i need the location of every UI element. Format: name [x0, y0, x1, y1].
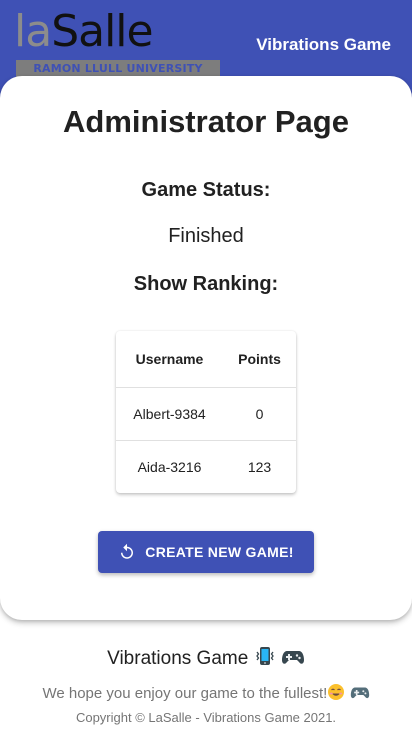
logo-salle-text: Salle — [51, 6, 153, 57]
gamepad-icon — [350, 684, 370, 707]
create-new-game-label: CREATE NEW GAME! — [145, 544, 294, 560]
footer-title-text: Vibrations Game — [107, 648, 249, 669]
lasalle-logo[interactable]: laSalle RAMON LLULL UNIVERSITY — [14, 6, 220, 80]
logo-la-text: la — [14, 6, 52, 57]
show-ranking-label: Show Ranking: — [133, 273, 279, 295]
logo-wordmark: laSalle — [14, 6, 154, 58]
game-status-label: Game Status: — [141, 179, 271, 201]
points-cell: 0 — [223, 387, 296, 441]
smiley-icon — [327, 683, 345, 707]
footer-copyright: Copyright © LaSalle - Vibrations Game 20… — [75, 710, 337, 725]
footer-title: Vibrations Game — [0, 645, 412, 674]
footer-tagline-text: We hope you enjoy our game to the fulles… — [42, 685, 328, 702]
restart-icon — [118, 543, 136, 561]
ranking-table: Username Points Albert-9384 0 Aida-3216 … — [116, 331, 296, 493]
username-cell: Aida-3216 — [137, 459, 202, 475]
column-header-username: Username — [116, 331, 223, 388]
vibrating-phone-icon — [254, 645, 276, 674]
table-header-row: Username Points — [116, 331, 296, 388]
gamepad-icon — [281, 647, 305, 674]
points-cell: 123 — [247, 459, 272, 475]
footer-tagline: We hope you enjoy our game to the fulles… — [0, 683, 412, 707]
admin-card: Administrator Page Game Status: Finished… — [0, 76, 412, 620]
create-new-game-button[interactable]: CREATE NEW GAME! — [98, 531, 314, 573]
table-row: Albert-9384 0 — [116, 387, 296, 441]
username-cell: Albert-9384 — [116, 387, 223, 441]
game-status-value: Finished — [168, 225, 244, 247]
table-row: Aida-3216 123 — [116, 441, 296, 494]
page-title: Administrator Page — [63, 104, 349, 139]
app-title[interactable]: Vibrations Game — [256, 34, 391, 56]
column-header-points: Points — [223, 331, 296, 388]
